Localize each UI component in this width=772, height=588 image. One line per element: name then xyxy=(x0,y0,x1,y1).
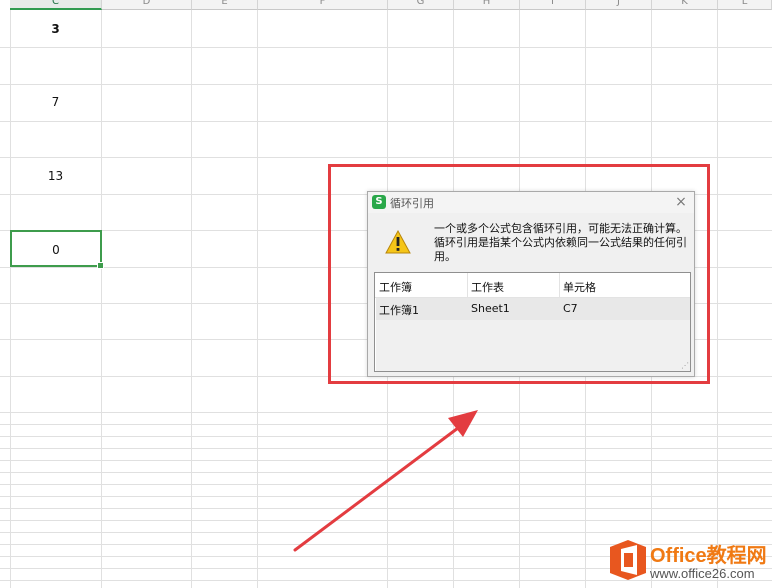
watermark-name: Office教程网 xyxy=(650,545,767,567)
annotation-arrow xyxy=(293,410,478,552)
watermark-url: www.office26.com xyxy=(650,566,755,581)
watermark: Office教程网 www.office26.com xyxy=(606,536,772,588)
office-logo-icon xyxy=(610,540,646,580)
